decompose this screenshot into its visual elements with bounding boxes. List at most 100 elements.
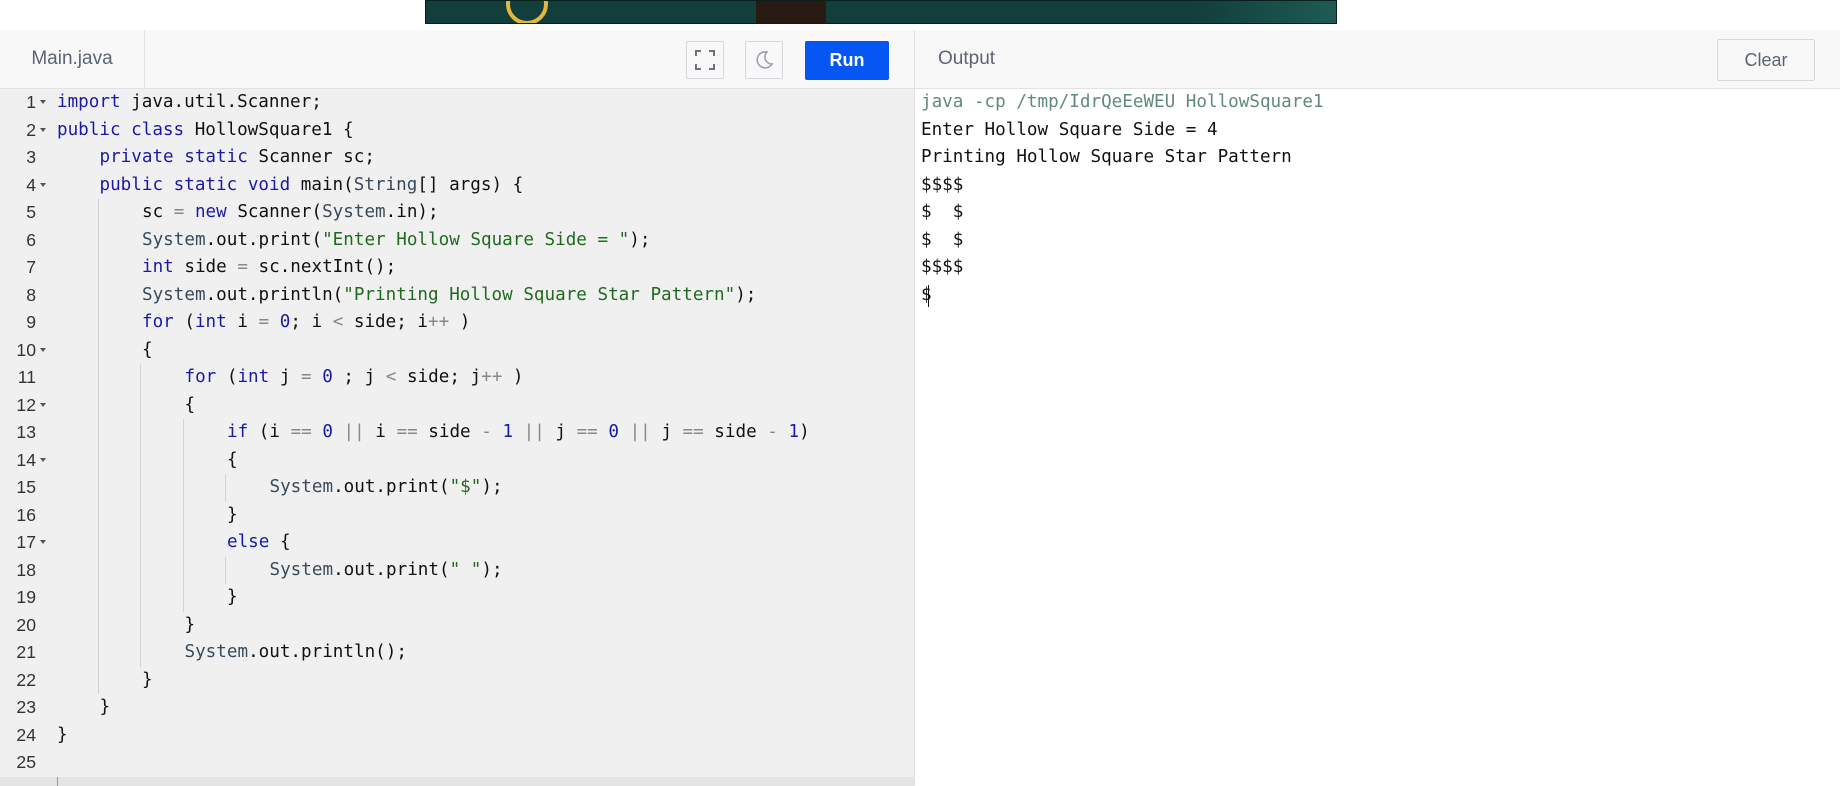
code-token: } — [57, 724, 68, 745]
output-line: $$$$ — [921, 257, 964, 277]
code-line[interactable]: 12 { — [0, 391, 914, 419]
file-tab-main-java[interactable]: Main.java — [0, 30, 145, 88]
fold-arrow-icon[interactable] — [40, 127, 46, 132]
banner-graphic — [1196, 1, 1336, 23]
code-line[interactable]: 9 for (int i = 0; i < side; i++ ) — [0, 309, 914, 337]
code-token: "Printing Hollow Square Star Pattern" — [343, 284, 736, 305]
output-line: $ $ — [921, 229, 964, 250]
code-line[interactable]: 23} — [0, 694, 914, 722]
horizontal-scrollbar[interactable] — [0, 777, 914, 786]
fold-arrow-icon[interactable] — [40, 100, 46, 104]
fold-arrow-icon[interactable] — [40, 182, 46, 187]
scrollbar-marker — [57, 777, 58, 786]
code-token: private — [99, 147, 174, 167]
code-line[interactable]: 14 { — [0, 446, 914, 475]
code-line[interactable]: 18 System.out.print(" "); — [0, 556, 914, 585]
code-token: ) — [799, 422, 810, 442]
indent-guide — [97, 501, 99, 529]
code-text: } — [100, 694, 111, 722]
code-line[interactable]: 22} — [0, 666, 914, 695]
code-token: } — [99, 697, 111, 717]
ad-banner[interactable] — [425, 0, 1337, 24]
line-number: 8 — [26, 284, 36, 305]
fold-arrow-icon[interactable] — [40, 540, 46, 544]
indent-guide — [97, 529, 99, 557]
code-text: System.out.print(" "); — [270, 557, 503, 585]
code-line[interactable]: 2 public class HollowSquare1 { — [0, 117, 914, 145]
code-token: if — [227, 422, 249, 442]
code-line[interactable]: 15 System.out.print("$"); — [0, 474, 914, 502]
code-line[interactable]: 8 System.out.println("Printing Hollow Squ… — [0, 281, 914, 309]
code-text: public class HollowSquare1 { — [57, 117, 354, 145]
clear-button[interactable]: Clear — [1717, 39, 1815, 81]
fold-arrow-icon[interactable] — [40, 457, 46, 462]
code-token: Scanner( — [226, 202, 323, 222]
code-token: sc.nextInt(); — [247, 257, 397, 277]
code-editor[interactable]: 1 import java.util.Scanner; 2 public class … — [0, 89, 914, 786]
code-token: ; i — [290, 312, 333, 332]
indent-guide — [140, 584, 141, 612]
output-cursor — [928, 285, 929, 307]
code-token: == — [576, 422, 598, 442]
code-line[interactable]: 25 — [0, 749, 914, 777]
code-token: int — [237, 367, 270, 387]
code-line[interactable]: 20} — [0, 611, 914, 639]
code-token: String — [353, 174, 418, 195]
code-line[interactable]: 11 for (int j = 0 ; j < side; j++ ) — [0, 364, 914, 392]
output-console[interactable]: java -cp /tmp/IdrQeEeWEU HollowSquare1 E… — [914, 89, 1840, 786]
code-line[interactable]: 10 { — [0, 336, 914, 365]
code-text: { — [227, 447, 238, 475]
indent-guide — [140, 446, 141, 474]
editor-header: Main.java Run — [0, 30, 914, 89]
code-token: 0 — [608, 422, 619, 442]
output-line: $ $ — [921, 202, 964, 222]
fold-arrow-icon[interactable] — [40, 347, 46, 352]
code-token: = — [237, 257, 248, 277]
line-number: 24 — [16, 724, 36, 745]
code-token: .out.print( — [333, 477, 450, 497]
code-line[interactable]: 17 else { — [0, 529, 914, 557]
code-token: side — [703, 422, 768, 442]
code-line[interactable]: 4 public static void main(String[] args) … — [0, 172, 914, 200]
code-line[interactable]: 16} — [0, 501, 914, 529]
code-token: = — [173, 202, 185, 222]
code-line[interactable]: 1 import java.util.Scanner; — [0, 89, 914, 117]
code-text: } — [142, 667, 153, 695]
indent-guide — [182, 419, 184, 447]
code-token: 0 — [279, 312, 291, 332]
line-number: 9 — [26, 312, 36, 332]
theme-toggle-button[interactable] — [745, 41, 783, 79]
code-line[interactable]: 3 private static Scanner sc; — [0, 144, 914, 172]
code-token: i — [364, 422, 397, 442]
code-token: .out.println( — [205, 284, 344, 305]
code-line[interactable]: 5 sc = new Scanner(System.in); — [0, 199, 914, 227]
banner-figure — [756, 1, 826, 23]
line-number: 1 — [26, 92, 36, 112]
line-number: 18 — [16, 559, 36, 580]
code-line[interactable]: 7 int side = sc.nextInt(); — [0, 254, 914, 282]
line-number: 22 — [16, 669, 36, 690]
indent-guide — [97, 639, 99, 667]
code-line[interactable]: 13 if (i == 0 || i == side - 1 || j == 0 … — [0, 419, 914, 447]
code-token: { — [142, 339, 153, 360]
code-line[interactable]: 21 System.out.println(); — [0, 639, 914, 667]
fold-arrow-icon[interactable] — [40, 402, 46, 407]
indent-guide — [97, 391, 99, 419]
code-text: { — [142, 337, 153, 365]
code-token: 1 — [788, 422, 800, 442]
code-token: || — [343, 422, 365, 442]
code-token: side — [173, 257, 238, 277]
code-token: ( — [216, 367, 238, 387]
code-token: j — [650, 422, 683, 442]
line-number: 7 — [26, 257, 36, 277]
fullscreen-button[interactable] — [686, 41, 724, 79]
code-line[interactable]: 24} — [0, 722, 914, 750]
run-button[interactable]: Run — [805, 41, 889, 80]
line-number: 21 — [16, 642, 36, 662]
code-token: System — [269, 477, 334, 497]
code-line[interactable]: 19} — [0, 584, 914, 612]
code-line[interactable]: 6 System.out.print("Enter Hollow Square S… — [0, 226, 914, 254]
